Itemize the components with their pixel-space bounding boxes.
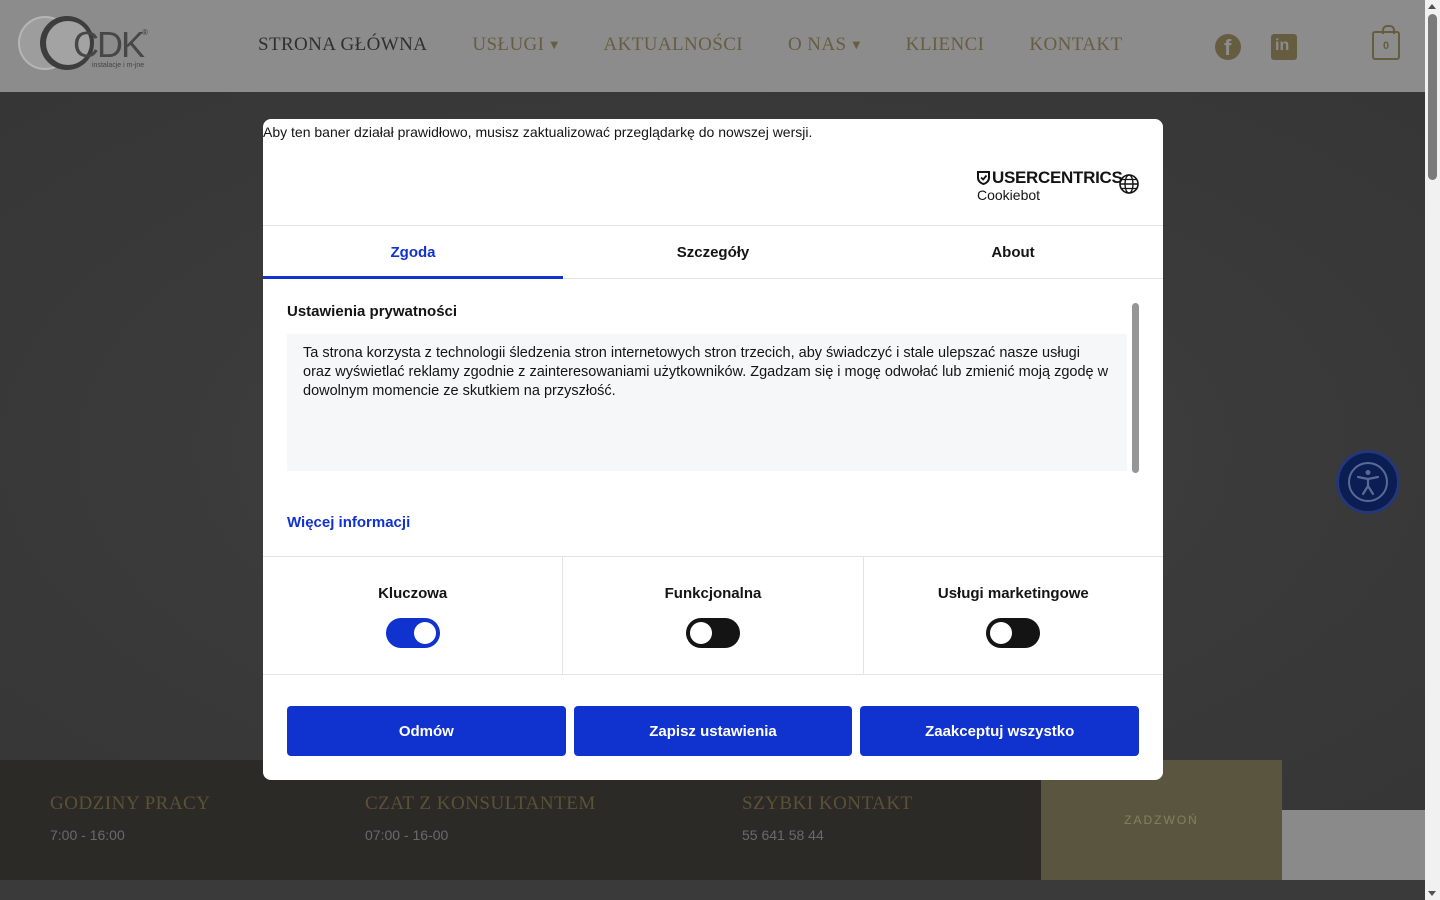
- consent-actions: Odmów Zapisz ustawienia Zaakceptuj wszys…: [287, 706, 1140, 756]
- linkedin-icon[interactable]: [1271, 34, 1297, 60]
- scroll-down-icon[interactable]: [1428, 891, 1436, 896]
- accessibility-icon: [1348, 462, 1388, 502]
- tab-details[interactable]: Szczegóły: [563, 226, 863, 278]
- category-label: Kluczowa: [378, 585, 448, 602]
- nav-item-about[interactable]: O NAS ▼: [788, 34, 861, 56]
- nav-item-label: AKTUALNOŚCI: [603, 34, 744, 55]
- category-label: Funkcjonalna: [664, 585, 762, 602]
- info-working-hours: GODZINY PRACY 7:00 - 16:00: [50, 793, 210, 843]
- cookie-consent-dialog: Aby ten baner działał prawidłowo, musisz…: [263, 119, 1163, 780]
- info-value[interactable]: 55 641 58 44: [742, 827, 913, 843]
- tab-about[interactable]: About: [863, 226, 1163, 278]
- page-bottom-strip: [0, 880, 1425, 900]
- browser-update-warning: Aby ten baner działał prawidłowo, musisz…: [263, 124, 813, 140]
- tab-consent[interactable]: Zgoda: [263, 226, 563, 279]
- nav-item-label: O NAS: [788, 34, 847, 55]
- toggle-knob: [990, 622, 1013, 644]
- brand-sub: Cookiebot: [977, 187, 1041, 203]
- info-title: SZYBKI KONTAKT: [742, 793, 913, 814]
- privacy-settings-heading: Ustawienia prywatności: [287, 303, 458, 320]
- accept-all-button[interactable]: Zaakceptuj wszystko: [860, 706, 1140, 756]
- logo-subtitle: instalacje i m-jne: [92, 62, 145, 69]
- deny-button[interactable]: Odmów: [287, 706, 566, 756]
- divider: [263, 674, 1163, 675]
- cdk-logo[interactable]: CDK ® instalacje i m-jne: [16, 14, 156, 74]
- info-title: CZAT Z KONSULTANTEM: [365, 793, 596, 814]
- toggle-necessary[interactable]: [385, 618, 440, 648]
- logo-registered-mark: ®: [142, 28, 148, 37]
- toggle-knob: [413, 622, 436, 644]
- cart-count: 0: [1382, 39, 1390, 52]
- logo-text: CDK: [73, 24, 145, 65]
- privacy-settings-text: Ta strona korzysta z technologii śledzen…: [287, 334, 1127, 471]
- nav-item-clients[interactable]: KLIENCI: [906, 34, 985, 56]
- info-title: GODZINY PRACY: [50, 793, 211, 814]
- call-button-label: ZADZWOŃ: [1124, 813, 1199, 827]
- nav-item-label: KLIENCI: [905, 34, 985, 55]
- nav-item-news[interactable]: AKTUALNOŚCI: [604, 34, 744, 56]
- nav-item-contact[interactable]: KONTAKT: [1029, 34, 1122, 56]
- more-info-link[interactable]: Więcej informacji: [287, 514, 410, 531]
- info-value: 07:00 - 16-00: [365, 827, 449, 843]
- info-chat: CZAT Z KONSULTANTEM 07:00 - 16-00: [365, 793, 596, 843]
- page-scrollbar[interactable]: [1425, 0, 1440, 900]
- cart-button[interactable]: 0: [1372, 25, 1400, 60]
- scroll-up-icon[interactable]: [1428, 4, 1436, 9]
- category-functional: Funkcjonalna: [563, 557, 864, 674]
- shield-icon: [977, 171, 990, 185]
- content-scrollbar[interactable]: [1132, 303, 1139, 473]
- toggle-marketing[interactable]: [986, 618, 1041, 648]
- brand-name: USERCENTRICS: [992, 168, 1123, 187]
- toggle-knob: [689, 622, 712, 644]
- content-scrollbar-thumb[interactable]: [1132, 303, 1139, 473]
- scrollbar-thumb[interactable]: [1428, 14, 1437, 180]
- nav-item-label: STRONA GŁÓWNA: [258, 34, 428, 55]
- toggle-functional[interactable]: [685, 618, 740, 648]
- info-value: 7:00 - 16:00: [50, 827, 125, 843]
- category-necessary: Kluczowa: [263, 557, 564, 674]
- site-header: CDK ® instalacje i m-jne STRONA GŁÓWNA U…: [0, 0, 1425, 92]
- nav-item-label: USŁUGI: [472, 34, 545, 55]
- nav-item-home[interactable]: STRONA GŁÓWNA: [258, 34, 427, 56]
- chevron-down-icon: ▼: [852, 39, 861, 51]
- usercentrics-brand[interactable]: USERCENTRICS Cookiebot: [977, 168, 1123, 203]
- info-quick-contact: SZYBKI KONTAKT 55 641 58 44: [742, 793, 913, 843]
- accessibility-button[interactable]: [1336, 450, 1400, 514]
- chevron-down-icon: ▼: [550, 39, 559, 51]
- facebook-icon[interactable]: [1215, 34, 1241, 61]
- consent-content: Ustawienia prywatności Ta strona korzyst…: [287, 303, 1139, 473]
- category-marketing: Usługi marketingowe: [864, 557, 1163, 674]
- consent-tabs: Zgoda Szczegóły About: [263, 225, 1163, 279]
- nav-item-label: KONTAKT: [1029, 34, 1123, 55]
- consent-categories: Kluczowa Funkcjonalna Usługi marketingow…: [263, 556, 1163, 674]
- main-nav: STRONA GŁÓWNA USŁUGI ▼ AKTUALNOŚCI O NAS ▼…: [258, 34, 1123, 56]
- save-settings-button[interactable]: Zapisz ustawienia: [573, 706, 853, 756]
- nav-item-services[interactable]: USŁUGI ▼: [472, 34, 558, 56]
- globe-icon[interactable]: [1118, 173, 1140, 195]
- category-label: Usługi marketingowe: [937, 585, 1089, 602]
